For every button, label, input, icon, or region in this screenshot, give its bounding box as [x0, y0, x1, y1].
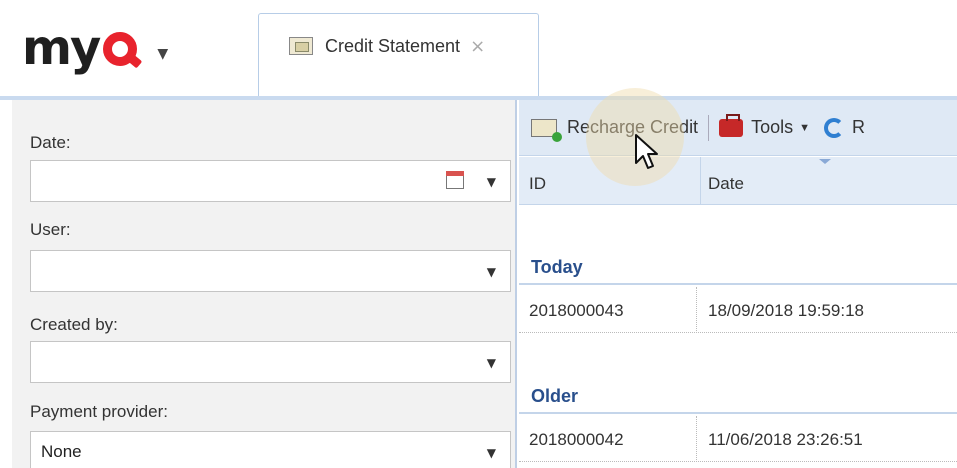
created-by-label: Created by:: [30, 315, 118, 334]
tab-label: Credit Statement: [325, 35, 461, 56]
chevron-down-icon[interactable]: ▼: [487, 356, 496, 370]
table-row[interactable]: 2018000042 11/06/2018 23:26:51: [519, 416, 957, 462]
payment-provider-value: None: [41, 442, 82, 461]
grid-header: ID Date: [519, 157, 957, 205]
filter-panel: Date: ▼ User: ▼ Created by: ▼ Payment pr…: [12, 100, 517, 468]
payment-provider-select[interactable]: None ▼: [30, 431, 511, 468]
date-field[interactable]: ▼: [30, 160, 511, 202]
toolbar: Recharge Credit Tools ▼ R: [519, 100, 957, 156]
tools-label: Tools: [751, 117, 794, 137]
top-bar: my ▼ Credit Statement ×: [0, 0, 957, 100]
column-divider[interactable]: [700, 157, 701, 205]
created-by-field[interactable]: ▼: [30, 341, 511, 383]
column-header-id[interactable]: ID: [529, 174, 546, 194]
toolbar-separator: [708, 114, 710, 141]
chevron-down-icon: ▼: [799, 121, 810, 134]
recharge-money-icon: [531, 118, 562, 142]
payment-provider-label: Payment provider:: [30, 402, 168, 421]
cell-date: 18/09/2018 19:59:18: [708, 301, 864, 320]
calendar-icon[interactable]: [446, 171, 464, 189]
cell-date: 11/06/2018 23:26:51: [708, 430, 863, 449]
logo-q-icon: [101, 26, 145, 70]
table-row[interactable]: 2018000043 18/09/2018 19:59:18: [519, 287, 957, 333]
group-label-today[interactable]: Today: [531, 257, 583, 278]
close-icon[interactable]: ×: [470, 36, 485, 57]
toolbox-icon: [719, 113, 744, 137]
myq-logo[interactable]: my ▼: [22, 24, 168, 72]
cell-id: 2018000043: [529, 301, 624, 320]
refresh-label: R: [851, 117, 865, 137]
refresh-button[interactable]: R: [810, 117, 865, 138]
cell-divider: [696, 416, 697, 462]
credit-statement-grid: Recharge Credit Tools ▼ R ID Date Today …: [519, 100, 957, 468]
mouse-pointer-icon: [635, 134, 658, 169]
chevron-down-icon[interactable]: ▼: [487, 446, 496, 460]
cell-divider: [696, 287, 697, 333]
money-icon: [289, 37, 313, 55]
column-header-date[interactable]: Date: [708, 174, 744, 194]
logo-caret-down-icon[interactable]: ▼: [157, 46, 168, 62]
tools-button[interactable]: Tools ▼: [719, 113, 810, 138]
group-divider: [519, 412, 957, 414]
tab-credit-statement[interactable]: Credit Statement ×: [258, 13, 539, 100]
chevron-down-icon[interactable]: ▼: [487, 265, 496, 279]
cell-id: 2018000042: [529, 430, 624, 449]
user-field[interactable]: ▼: [30, 250, 511, 292]
group-label-older[interactable]: Older: [531, 386, 578, 407]
date-label: Date:: [30, 133, 71, 152]
sort-indicator-icon: [819, 159, 831, 164]
logo-my-text: my: [22, 20, 101, 76]
user-label: User:: [30, 220, 71, 239]
chevron-down-icon[interactable]: ▼: [487, 175, 496, 189]
group-divider: [519, 283, 957, 285]
logo-text: my: [22, 24, 145, 72]
refresh-icon: [823, 117, 844, 138]
